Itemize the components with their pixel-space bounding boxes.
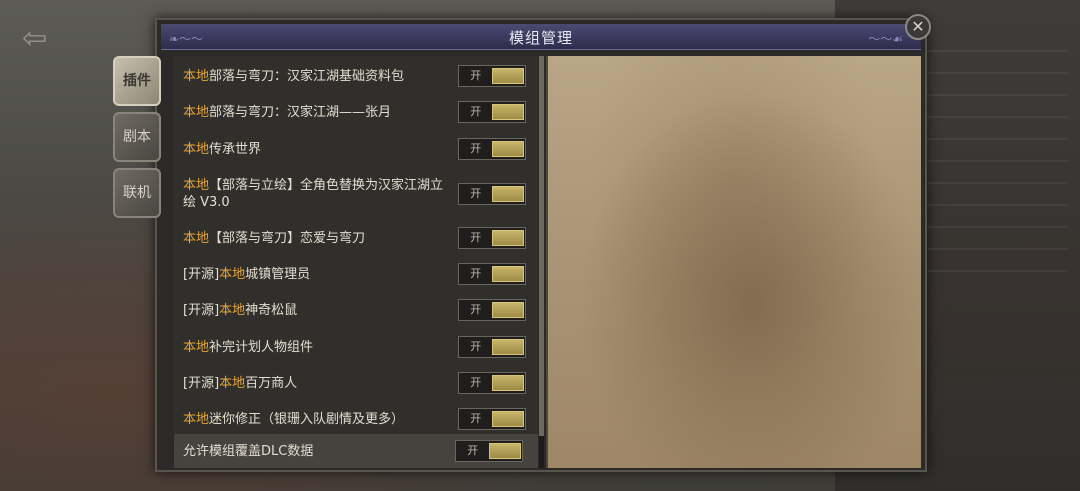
mod-row: 本地部落与弯刀：汉家江湖基础资料包 开 [174, 60, 538, 92]
mod-row: [开源]本地城镇管理员 开 [174, 258, 538, 290]
dialog-title: 模组管理 [508, 29, 573, 47]
mod-label: 本地传承世界 [183, 141, 262, 157]
mod-toggle[interactable]: 开 [458, 408, 526, 430]
mod-toggle[interactable]: 开 [458, 183, 526, 205]
mod-label: 本地部落与弯刀：汉家江湖基础资料包 [183, 68, 405, 84]
mod-row: [开源]本地神奇松鼠 开 [174, 294, 538, 326]
mod-label: 本地【部落与立绘】全角色替换为汉家江湖立绘 V3.0 [183, 178, 444, 210]
close-icon: ✕ [911, 17, 925, 36]
mod-label: [开源]本地百万商人 [183, 375, 298, 391]
close-button[interactable]: ✕ [905, 14, 931, 40]
mod-toggle[interactable]: 开 [458, 101, 526, 123]
mod-toggle[interactable]: 开 [458, 138, 526, 160]
mod-toggle[interactable]: 开 [458, 336, 526, 358]
mod-label: 本地补完计划人物组件 [183, 339, 314, 355]
mod-row: 本地部落与弯刀：汉家江湖——张月 开 [174, 96, 538, 128]
mod-toggle[interactable]: 开 [458, 227, 526, 249]
mod-row: 本地迷你修正（银珊入队剧情及更多） 开 [174, 403, 538, 435]
mod-toggle[interactable]: 开 [458, 299, 526, 321]
mod-row: 本地【部落与立绘】全角色替换为汉家江湖立绘 V3.0 开 [174, 174, 538, 214]
mod-toggle[interactable]: 开 [458, 65, 526, 87]
title-ornament-right-icon: 〜〜☙ [868, 32, 903, 46]
mod-label: 本地迷你修正（银珊入队剧情及更多） [183, 411, 405, 427]
dlc-override-row: 允许模组覆盖DLC数据 开 [174, 434, 538, 468]
tab-multiplayer[interactable]: 联机 [113, 168, 161, 218]
dlc-override-toggle[interactable]: 开 [455, 440, 523, 462]
tab-plugins[interactable]: 插件 [113, 56, 161, 106]
mod-preview-image [546, 56, 921, 468]
mod-label: 本地部落与弯刀：汉家江湖——张月 [183, 104, 392, 120]
mod-list-scrollbar[interactable] [539, 56, 544, 468]
back-arrow-icon[interactable]: ⇦ [22, 24, 62, 54]
mod-toggle[interactable]: 开 [458, 263, 526, 285]
dialog-titlebar: ❧〜〜 模组管理 〜〜☙ [161, 24, 921, 50]
mod-label: 本地【部落与弯刀】恋爱与弯刀 [183, 230, 366, 246]
mod-label: [开源]本地城镇管理员 [183, 266, 311, 282]
mod-row: 本地传承世界 开 [174, 133, 538, 165]
mod-row: 本地补完计划人物组件 开 [174, 331, 538, 363]
mod-row: [开源]本地百万商人 开 [174, 367, 538, 399]
tab-scripts[interactable]: 剧本 [113, 112, 161, 162]
side-panel-text-lines [923, 50, 1068, 280]
scrollbar-thumb[interactable] [539, 56, 544, 436]
mod-row: 本地【部落与弯刀】恋爱与弯刀 开 [174, 222, 538, 254]
mod-label: [开源]本地神奇松鼠 [183, 302, 298, 318]
dlc-override-label: 允许模组覆盖DLC数据 [183, 443, 314, 459]
mod-toggle[interactable]: 开 [458, 372, 526, 394]
mod-list: 本地部落与弯刀：汉家江湖基础资料包 开 本地部落与弯刀：汉家江湖——张月 开 本… [174, 56, 538, 468]
